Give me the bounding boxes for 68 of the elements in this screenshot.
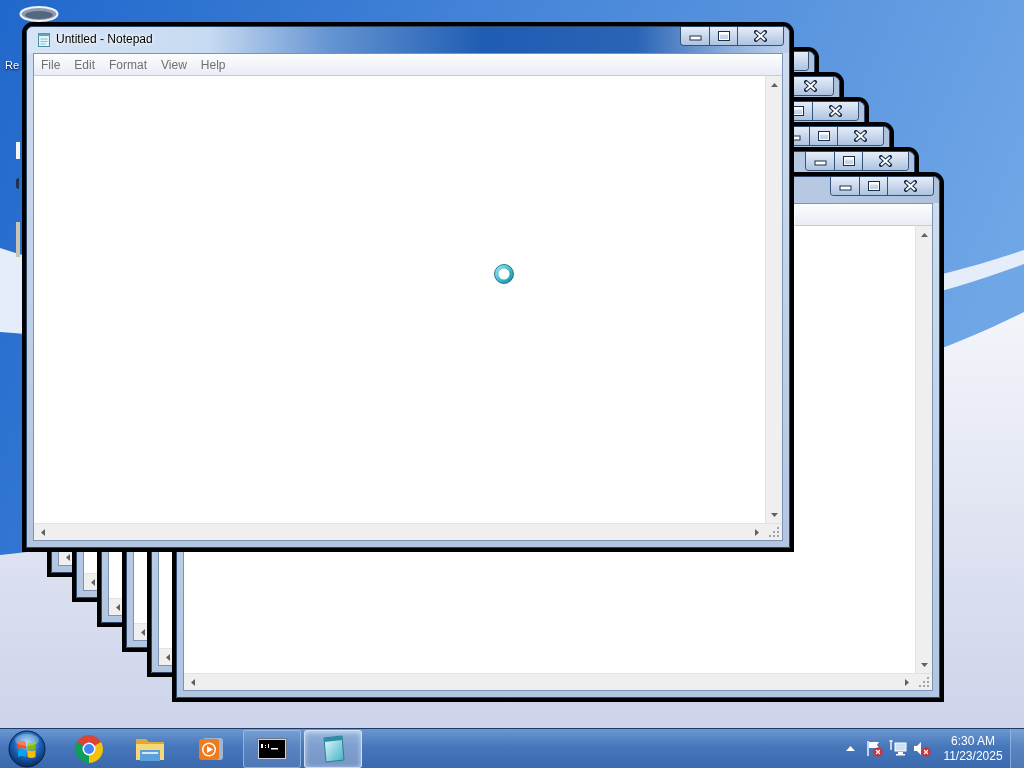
close-icon[interactable] [754,30,767,42]
console-icon[interactable] [257,737,287,760]
vertical-scrollbar[interactable] [765,75,782,523]
busy-cursor-icon [494,264,514,284]
resize-grip-icon[interactable] [768,526,780,538]
resize-grip-icon[interactable] [918,676,930,688]
menu-item[interactable]: Edit [67,54,103,75]
minimize-icon[interactable] [813,160,827,166]
down-arrow-icon[interactable] [770,512,778,517]
left-arrow-icon[interactable] [140,628,145,636]
minimize-button[interactable] [806,152,834,170]
horizontal-scrollbar[interactable] [184,673,915,690]
minimize-button[interactable] [794,127,809,145]
maximize-button[interactable] [809,127,837,145]
maximize-icon[interactable] [867,181,880,191]
left-arrow-icon[interactable] [190,678,195,686]
down-arrow-icon[interactable] [920,662,928,667]
close-icon[interactable] [854,130,867,142]
maximize-icon[interactable] [842,156,855,166]
close-button[interactable] [887,177,933,195]
menu-item[interactable]: File [34,54,68,75]
close-icon[interactable] [904,180,917,192]
maximize-button[interactable] [794,102,812,120]
maximize-icon[interactable] [794,106,804,116]
vertical-scrollbar[interactable] [915,225,932,673]
icon-label[interactable]: Re [5,59,20,72]
left-arrow-icon[interactable] [165,653,170,661]
up-arrow-icon[interactable] [920,232,928,237]
close-button[interactable] [812,102,858,120]
maximize-button[interactable] [834,152,862,170]
maximize-icon[interactable] [717,31,730,41]
right-arrow-icon[interactable] [904,678,909,686]
maximize-button[interactable] [859,177,887,195]
minimize-icon[interactable] [688,35,702,41]
left-arrow-icon[interactable] [40,528,45,536]
close-icon[interactable] [829,105,842,117]
close-icon[interactable] [879,155,892,167]
taskbar-button[interactable] [243,729,301,768]
menu-item[interactable]: Help [193,54,233,75]
window-title: Untitled - Notepad [56,31,153,48]
close-button[interactable] [794,77,833,95]
segmented-circle-icon[interactable] [74,733,104,764]
speaker-x-icon[interactable] [913,740,931,757]
up-triangle-icon[interactable] [845,746,855,751]
orb-icon[interactable] [8,729,46,768]
minimize-icon[interactable] [794,135,801,141]
close-icon[interactable] [804,80,817,92]
left-arrow-icon[interactable] [65,553,70,561]
clock-date[interactable]: 11/23/2025 [943,748,1003,764]
minimize-button[interactable] [681,27,709,45]
maximize-button[interactable] [709,27,737,45]
left-arrow-icon[interactable] [115,603,120,611]
right-arrow-icon[interactable] [754,528,759,536]
left-arrow-icon[interactable] [90,578,95,586]
up-arrow-icon[interactable] [770,82,778,87]
notepad-icon [36,32,52,48]
close-button[interactable] [737,27,783,45]
network-icon[interactable] [889,740,907,757]
menu-item[interactable]: View [154,54,194,75]
close-button[interactable] [862,152,908,170]
minimize-icon[interactable] [838,185,852,191]
clock-time[interactable]: 6:30 AM [951,733,995,749]
horizontal-scrollbar[interactable] [34,523,765,540]
menu-item[interactable]: Format [102,54,155,75]
minimize-button[interactable] [831,177,859,195]
close-button[interactable] [837,127,883,145]
flag-x-icon[interactable] [865,740,883,757]
maximize-icon[interactable] [817,131,830,141]
